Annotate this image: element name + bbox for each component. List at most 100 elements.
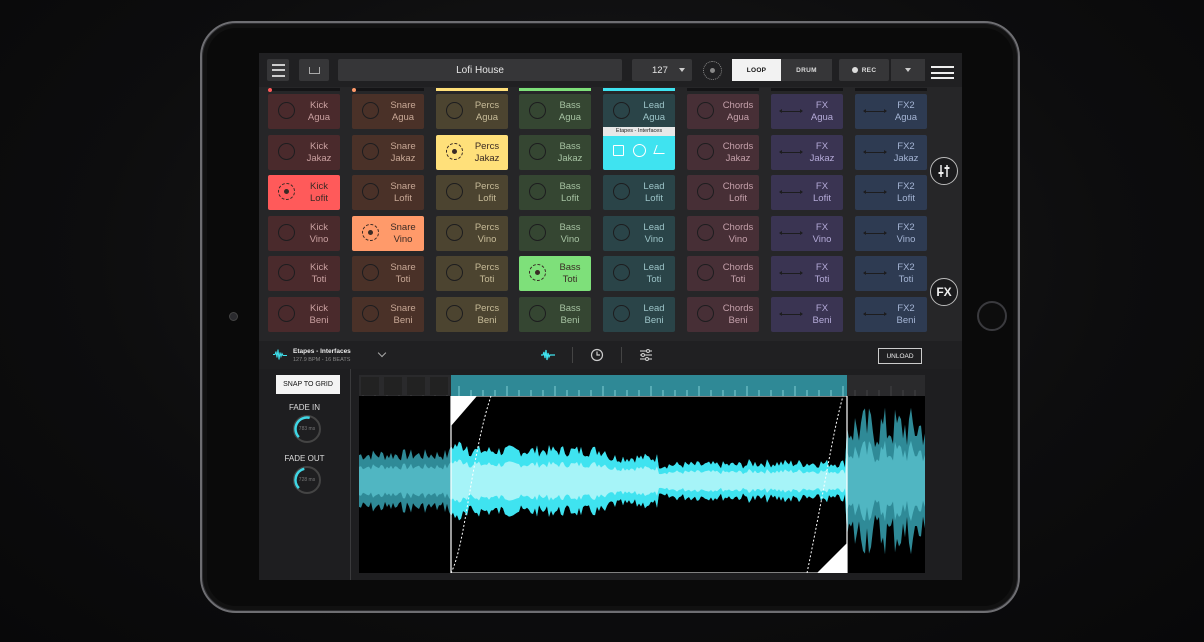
record-dot-icon: [851, 67, 858, 73]
waveform-view-icon[interactable]: [540, 347, 556, 363]
ruler-block: [384, 377, 402, 395]
pad-tooltip: Etapes - Interfaces: [603, 127, 675, 136]
duplicate-icon[interactable]: [613, 145, 624, 156]
pad-instrument: Chords: [722, 261, 754, 273]
settings-sliders-icon[interactable]: [638, 347, 654, 363]
pad-chords-agua[interactable]: Chords Agua: [687, 94, 759, 129]
pad-label: Snare Jakaz: [382, 135, 424, 170]
timeline-ruler[interactable]: [359, 375, 925, 396]
column-color-bar: [603, 88, 675, 91]
loop-ring-icon: [278, 102, 295, 119]
pad-fx-vino[interactable]: FX Vino: [771, 216, 843, 251]
pad-lead-jakaz[interactable]: Etapes - Interfaces: [603, 127, 675, 170]
drum-mode-button[interactable]: DRUM: [781, 59, 832, 81]
pad-instrument: Chords: [722, 140, 754, 152]
pad-label: Chords Lofit: [717, 175, 759, 210]
pad-label: Kick Jakaz: [298, 135, 340, 170]
unload-button[interactable]: UNLOAD: [878, 348, 922, 364]
pad-snare-toti[interactable]: Snare Toti: [352, 256, 424, 291]
pad-fx2-agua[interactable]: FX2 Agua: [855, 94, 927, 129]
pad-percs-jakaz[interactable]: Percs Jakaz: [436, 135, 508, 170]
chevron-down-icon[interactable]: [377, 348, 387, 358]
pad-fx-toti[interactable]: FX Toti: [771, 256, 843, 291]
snap-to-grid-button[interactable]: SNAP TO GRID: [276, 375, 340, 394]
pad-clip: Vino: [393, 233, 413, 245]
pad-fx2-toti[interactable]: FX2 Toti: [855, 256, 927, 291]
fade-out-knob[interactable]: 728 ms: [293, 466, 321, 494]
pad-clip: Lofit: [729, 192, 747, 204]
fx-button[interactable]: FX: [930, 278, 958, 306]
loop-ring-icon: [697, 224, 714, 241]
pad-percs-agua[interactable]: Percs Agua: [436, 94, 508, 129]
waveform-display[interactable]: [359, 395, 925, 574]
pad-lead-vino[interactable]: Lead Vino: [603, 216, 675, 251]
clock-icon[interactable]: [589, 347, 605, 363]
store-button[interactable]: [299, 59, 329, 81]
pad-percs-beni[interactable]: Percs Beni: [436, 297, 508, 332]
pad-fx2-beni[interactable]: FX2 Beni: [855, 297, 927, 332]
pad-snare-agua[interactable]: Snare Agua: [352, 94, 424, 129]
pad-fx2-jakaz[interactable]: FX2 Jakaz: [855, 135, 927, 170]
pad-kick-beni[interactable]: Kick Beni: [268, 297, 340, 332]
menu-button[interactable]: [267, 59, 289, 81]
pad-lead-beni[interactable]: Lead Beni: [603, 297, 675, 332]
pad-fx-lofit[interactable]: FX Lofit: [771, 175, 843, 210]
play-mode-icon[interactable]: [633, 144, 646, 157]
pad-fx2-vino[interactable]: FX2 Vino: [855, 216, 927, 251]
pad-chords-lofit[interactable]: Chords Lofit: [687, 175, 759, 210]
pad-clip: Toti: [311, 273, 327, 285]
pad-chords-jakaz[interactable]: Chords Jakaz: [687, 135, 759, 170]
pad-fx-jakaz[interactable]: FX Jakaz: [771, 135, 843, 170]
pad-bass-agua[interactable]: Bass Agua: [519, 94, 591, 129]
pad-clip: Lofit: [645, 192, 663, 204]
project-title[interactable]: Lofi House: [338, 59, 622, 81]
record-options-button[interactable]: [891, 59, 925, 81]
layout-menu-icon[interactable]: [931, 66, 954, 79]
pad-snare-beni[interactable]: Snare Beni: [352, 297, 424, 332]
column-color-bar: [687, 88, 759, 91]
pad-kick-jakaz[interactable]: Kick Jakaz: [268, 135, 340, 170]
pad-kick-toti[interactable]: Kick Toti: [268, 256, 340, 291]
pad-lead-toti[interactable]: Lead Toti: [603, 256, 675, 291]
pad-bass-lofit[interactable]: Bass Lofit: [519, 175, 591, 210]
pad-fx-agua[interactable]: FX Agua: [771, 94, 843, 129]
pad-lead-agua[interactable]: Lead Agua: [603, 94, 675, 129]
bpm-selector[interactable]: 127: [632, 59, 692, 81]
pad-instrument: Snare: [390, 99, 416, 111]
pad-snare-lofit[interactable]: Snare Lofit: [352, 175, 424, 210]
pad-chords-beni[interactable]: Chords Beni: [687, 297, 759, 332]
pad-lead-lofit[interactable]: Lead Lofit: [603, 175, 675, 210]
pad-bass-jakaz[interactable]: Bass Jakaz: [519, 135, 591, 170]
pad-kick-lofit[interactable]: Kick Lofit: [268, 175, 340, 210]
record-button[interactable]: REC: [839, 59, 889, 81]
pad-fx-beni[interactable]: FX Beni: [771, 297, 843, 332]
pad-percs-lofit[interactable]: Percs Lofit: [436, 175, 508, 210]
caret-down-icon: [905, 68, 911, 72]
pad-snare-vino[interactable]: Snare Vino: [352, 216, 424, 251]
mixer-button[interactable]: [930, 157, 958, 185]
pad-label: Snare Beni: [382, 297, 424, 332]
pad-clip: Agua: [307, 111, 331, 123]
pad-percs-toti[interactable]: Percs Toti: [436, 256, 508, 291]
metronome-icon[interactable]: [703, 61, 722, 80]
pad-instrument: FX2: [897, 261, 915, 273]
pad-percs-vino[interactable]: Percs Vino: [436, 216, 508, 251]
loop-mode-button[interactable]: LOOP: [732, 59, 781, 81]
pad-fx2-lofit[interactable]: FX2 Lofit: [855, 175, 927, 210]
pad-bass-toti[interactable]: Bass Toti: [519, 256, 591, 291]
pad-bass-beni[interactable]: Bass Beni: [519, 297, 591, 332]
edit-clip-icon[interactable]: [653, 145, 668, 154]
pad-kick-vino[interactable]: Kick Vino: [268, 216, 340, 251]
pad-clip: Toti: [562, 273, 578, 285]
pad-snare-jakaz[interactable]: Snare Jakaz: [352, 135, 424, 170]
pad-bass-vino[interactable]: Bass Vino: [519, 216, 591, 251]
pad-instrument: Percs: [474, 221, 500, 233]
home-button[interactable]: [977, 301, 1007, 331]
pad-kick-agua[interactable]: Kick Agua: [268, 94, 340, 129]
pad-instrument: Kick: [310, 180, 328, 192]
pad-chords-toti[interactable]: Chords Toti: [687, 256, 759, 291]
fade-in-knob[interactable]: 783 ms: [293, 415, 321, 443]
record-label: REC: [861, 66, 877, 74]
pad-instrument: Lead: [643, 99, 665, 111]
pad-chords-vino[interactable]: Chords Vino: [687, 216, 759, 251]
